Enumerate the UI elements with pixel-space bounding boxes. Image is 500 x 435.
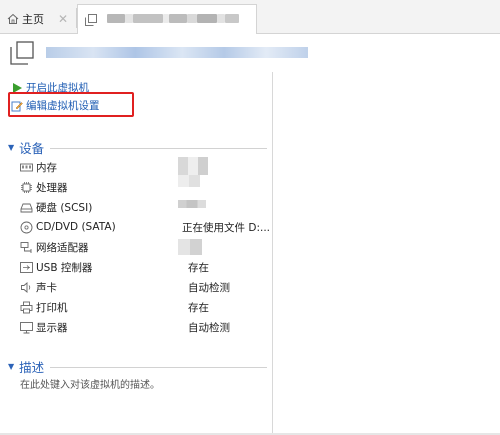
usb-icon <box>20 261 33 273</box>
device-name: USB 控制器 <box>36 261 93 274</box>
redacted-value <box>178 157 208 175</box>
device-row-sound-card[interactable]: 声卡 自动检测 <box>20 278 270 296</box>
device-name: CD/DVD (SATA) <box>36 221 116 233</box>
tab-home[interactable]: 主页 ✕ <box>3 6 77 32</box>
description-section-title: 描述 <box>19 360 45 375</box>
section-divider <box>50 367 267 368</box>
collapse-arrow-icon: ▼ <box>8 362 15 371</box>
sound-card-icon <box>21 281 31 293</box>
device-name: 硬盘 (SCSI) <box>36 201 93 214</box>
device-value: 自动检测 <box>188 281 230 294</box>
display-icon <box>20 321 33 333</box>
tab-bar: 主页 ✕ <box>0 0 500 34</box>
device-value: 正在使用文件 D:... <box>182 221 270 234</box>
device-value: 自动检测 <box>188 321 230 334</box>
home-icon <box>7 13 19 24</box>
close-icon[interactable]: ✕ <box>58 12 68 26</box>
description-field[interactable]: 在此处键入对该虚拟机的描述。 <box>20 376 160 391</box>
processor-icon <box>21 181 32 193</box>
vm-icon <box>85 13 97 26</box>
device-row-cd-dvd[interactable]: CD/DVD (SATA) 正在使用文件 D:... <box>20 218 270 236</box>
cd-dvd-icon <box>20 221 33 233</box>
printer-icon <box>20 301 33 313</box>
memory-icon <box>20 163 33 171</box>
description-section-header[interactable]: ▼ 描述 <box>8 357 267 376</box>
devices-section-header[interactable]: ▼ 设备 <box>8 138 267 157</box>
device-row-memory[interactable]: 内存 <box>20 158 270 176</box>
tab-home-label: 主页 <box>22 13 44 26</box>
device-value: 存在 <box>188 261 209 274</box>
device-name: 声卡 <box>36 281 57 294</box>
section-divider <box>50 148 267 149</box>
redacted-title <box>107 13 239 26</box>
hard-disk-icon <box>20 203 33 212</box>
device-row-display[interactable]: 显示器 自动检测 <box>20 318 270 336</box>
device-row-usb[interactable]: USB 控制器 存在 <box>20 258 270 276</box>
device-name: 内存 <box>36 161 57 174</box>
device-row-printer[interactable]: 打印机 存在 <box>20 298 270 316</box>
redacted-value <box>178 239 202 255</box>
device-name: 网络适配器 <box>36 241 89 254</box>
device-name: 处理器 <box>36 181 68 194</box>
vm-header <box>0 35 500 71</box>
device-name: 显示器 <box>36 321 68 334</box>
collapse-arrow-icon: ▼ <box>8 143 15 152</box>
device-value: 存在 <box>188 301 209 314</box>
highlight-box <box>8 92 134 117</box>
vm-large-icon <box>10 41 34 65</box>
tab-virtual-machine[interactable] <box>77 4 257 34</box>
vm-preview-panel <box>274 72 500 435</box>
network-adapter-icon <box>20 241 32 253</box>
device-name: 打印机 <box>36 301 68 314</box>
redacted-value <box>178 175 200 187</box>
redacted-value <box>178 200 206 208</box>
redacted-vm-name <box>46 47 308 58</box>
devices-section-title: 设备 <box>19 141 45 156</box>
device-row-processor[interactable]: 处理器 <box>20 178 270 196</box>
device-row-hard-disk[interactable]: 硬盘 (SCSI) <box>20 198 270 216</box>
device-row-network-adapter[interactable]: 网络适配器 <box>20 238 270 256</box>
